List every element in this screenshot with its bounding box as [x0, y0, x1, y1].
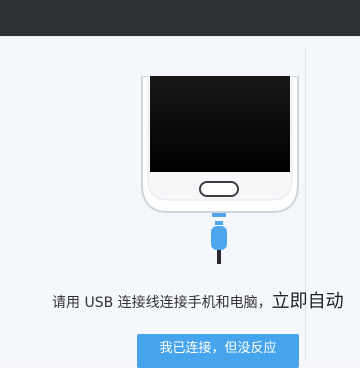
instruction-link-text[interactable]: 立即自动 — [272, 291, 344, 312]
connect-instruction: 请用 USB 连接线连接手机和电脑，立即自动 — [52, 290, 360, 315]
top-bar — [0, 0, 360, 36]
phone-usb-illustration — [141, 76, 299, 264]
instruction-main-text: 请用 USB 连接线连接手机和电脑， — [52, 295, 272, 311]
connected-no-response-button[interactable]: 我已连接，但没反应 — [137, 334, 299, 368]
